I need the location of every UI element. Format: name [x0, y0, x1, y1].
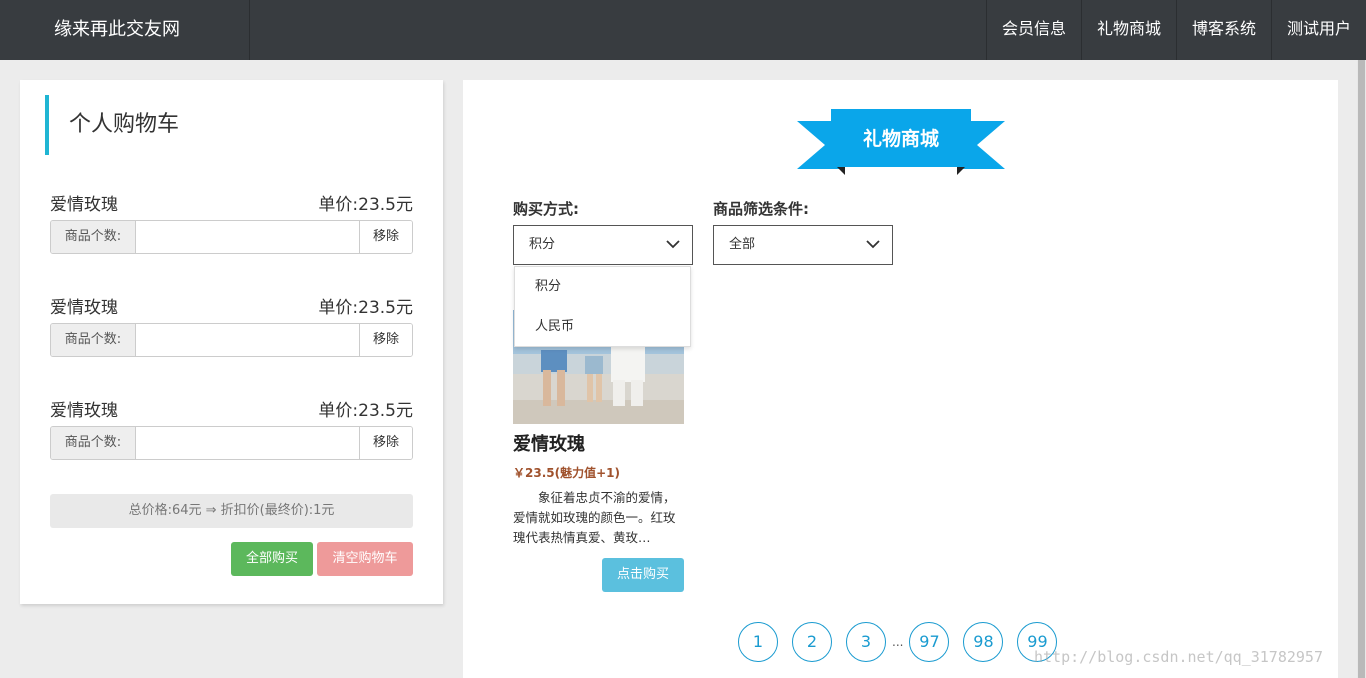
cart-item-price: 单价:23.5元 [318, 195, 413, 215]
remove-button[interactable]: 移除 [359, 324, 412, 356]
dropdown-option-points[interactable]: 积分 [515, 267, 690, 307]
main-nav: 会员信息 礼物商城 博客系统 测试用户 [985, 0, 1366, 60]
cart-item: 爱情玫瑰 单价:23.5元 商品个数: 移除 [50, 293, 413, 357]
filter-select[interactable]: 全部 [713, 225, 893, 265]
remove-button[interactable]: 移除 [359, 427, 412, 459]
nav-gift-mall[interactable]: 礼物商城 [1080, 0, 1176, 60]
cart-item-name: 爱情玫瑰 [50, 195, 118, 215]
buy-now-button[interactable]: 点击购买 [602, 558, 684, 592]
scrollbar-thumb[interactable] [1358, 60, 1365, 678]
cart-item-name: 爱情玫瑰 [50, 298, 118, 318]
dropdown-option-rmb[interactable]: 人民币 [515, 307, 690, 347]
cart-item-price: 单价:23.5元 [318, 401, 413, 421]
clear-cart-button[interactable]: 清空购物车 [317, 542, 413, 576]
page-scrollbar[interactable] [1357, 60, 1366, 678]
purchase-method-dropdown: 积分 人民币 [514, 266, 691, 347]
cart-item-name: 爱情玫瑰 [50, 401, 118, 421]
page-button[interactable]: 1 [738, 622, 778, 662]
quantity-input-group: 商品个数: 移除 [50, 323, 413, 357]
quantity-label: 商品个数: [51, 427, 136, 459]
page-button[interactable]: 2 [792, 622, 832, 662]
purchase-method-value: 积分 [529, 237, 556, 252]
top-navbar: 缘来再此交友网 会员信息 礼物商城 博客系统 测试用户 [0, 0, 1366, 60]
product-name: 爱情玫瑰 [513, 434, 585, 455]
nav-member-info[interactable]: 会员信息 [985, 0, 1081, 60]
cart-title: 个人购物车 [45, 95, 425, 155]
nav-test-user[interactable]: 测试用户 [1270, 0, 1366, 60]
filter-label: 商品筛选条件: [713, 200, 809, 218]
product-description: 象征着忠贞不渝的爱情，爱情就如玫瑰的颜色一。红玫瑰代表热情真爱、黄玫… [513, 490, 676, 545]
pagination: 1 2 3 ... 97 98 99 [738, 622, 1071, 662]
quantity-label: 商品个数: [51, 324, 136, 356]
watermark-url: http://blog.csdn.net/qq_31782957 [1034, 648, 1323, 666]
page-button[interactable]: 98 [963, 622, 1004, 662]
quantity-input[interactable] [136, 221, 359, 253]
quantity-input[interactable] [136, 427, 359, 459]
buy-all-button[interactable]: 全部购买 [231, 542, 313, 576]
gift-mall-panel: 礼物商城 购买方式: 积分 商品筛选条件: 全部 爱情玫瑰 ￥23.5(魅力值+… [463, 80, 1338, 678]
pagination-ellipsis: ... [892, 635, 904, 649]
chevron-down-icon [866, 226, 880, 280]
quantity-input[interactable] [136, 324, 359, 356]
cart-item: 爱情玫瑰 单价:23.5元 商品个数: 移除 [50, 190, 413, 254]
shopping-cart-panel: 个人购物车 爱情玫瑰 单价:23.5元 商品个数: 移除 爱情玫瑰 单价:23.… [20, 80, 443, 604]
product-price: ￥23.5(魅力值+1) [513, 466, 620, 480]
purchase-method-select[interactable]: 积分 [513, 225, 693, 265]
quantity-label: 商品个数: [51, 221, 136, 253]
page-button[interactable]: 3 [846, 622, 886, 662]
site-brand[interactable]: 缘来再此交友网 [0, 0, 250, 60]
filter-value: 全部 [729, 237, 756, 252]
quantity-input-group: 商品个数: 移除 [50, 220, 413, 254]
cart-item: 爱情玫瑰 单价:23.5元 商品个数: 移除 [50, 396, 413, 460]
purchase-method-label: 购买方式: [513, 200, 579, 218]
page-button[interactable]: 97 [909, 622, 950, 662]
quantity-input-group: 商品个数: 移除 [50, 426, 413, 460]
mall-title-ribbon: 礼物商城 [797, 109, 1005, 175]
nav-blog-system[interactable]: 博客系统 [1175, 0, 1271, 60]
mall-title: 礼物商城 [862, 128, 939, 150]
remove-button[interactable]: 移除 [359, 221, 412, 253]
cart-total-summary: 总价格:64元 ⇒ 折扣价(最终价):1元 [50, 494, 413, 528]
cart-item-price: 单价:23.5元 [318, 298, 413, 318]
